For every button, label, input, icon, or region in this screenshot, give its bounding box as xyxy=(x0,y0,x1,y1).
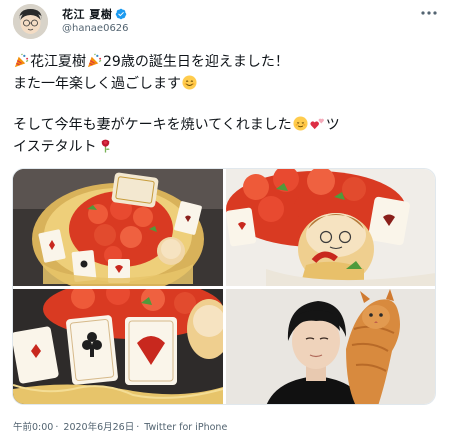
media-grid xyxy=(12,168,436,405)
tweet-source[interactable]: Twitter for iPhone xyxy=(144,422,227,433)
cake-photo-top-left[interactable] xyxy=(13,169,223,286)
tweet-line-3-tail: ツ xyxy=(325,117,340,133)
tweet-text: 花江夏樹 29歳の誕生日を迎えました！ また一年楽しく過ごします そして今年も妻… xyxy=(13,52,441,158)
rose-emoji xyxy=(101,139,110,153)
smiling-face-emoji xyxy=(182,74,197,90)
party-popper-emoji xyxy=(14,53,29,68)
tweet-time[interactable]: 午前0:00 xyxy=(13,422,53,433)
tweet-line-4: イステタルト xyxy=(13,137,441,159)
meta-separator: · xyxy=(55,422,59,433)
author-name-row[interactable]: 花江 夏樹 xyxy=(62,6,127,22)
tweet-date[interactable]: 2020年6月26日 xyxy=(63,422,134,433)
meta-separator: · xyxy=(136,422,140,433)
tweet-line-2: また一年楽しく過ごします xyxy=(13,74,441,96)
two-hearts-emoji xyxy=(310,118,324,130)
more-options-icon[interactable] xyxy=(418,6,440,20)
tweet-card: 花江 夏樹 @hanae0626 花江夏樹 29歳の誕生日を迎えました！ また一… xyxy=(0,0,449,446)
tweet-line-1-name: 花江夏樹 xyxy=(30,54,86,70)
handle[interactable]: @hanae0626 xyxy=(62,23,129,34)
tweet-line-3-text: そして今年も妻がケーキを焼いてくれました xyxy=(13,117,292,133)
tweet-line-2-text: また一年楽しく過ごします xyxy=(13,75,181,92)
avatar[interactable] xyxy=(13,4,48,39)
tweet-line-1: 花江夏樹 29歳の誕生日を迎えました！ xyxy=(13,52,441,74)
tweet-line-3: そして今年も妻がケーキを焼いてくれました ツ xyxy=(13,115,441,137)
cake-photo-top-right[interactable] xyxy=(226,169,435,286)
tweet-metadata: 午前0:00 · 2020年6月26日 · Twitter for iPhone xyxy=(13,419,229,433)
party-popper-emoji xyxy=(87,53,102,68)
verified-badge-icon xyxy=(116,8,127,20)
tweet-line-1-text: 29歳の誕生日を迎えました！ xyxy=(103,54,289,70)
tweet-line-4-text: イステタルト xyxy=(13,138,97,155)
display-name[interactable]: 花江 夏樹 xyxy=(62,6,112,22)
person-with-cat-photo[interactable] xyxy=(226,289,435,404)
relieved-face-emoji xyxy=(293,116,308,131)
cake-photo-bottom-left[interactable] xyxy=(13,289,223,404)
